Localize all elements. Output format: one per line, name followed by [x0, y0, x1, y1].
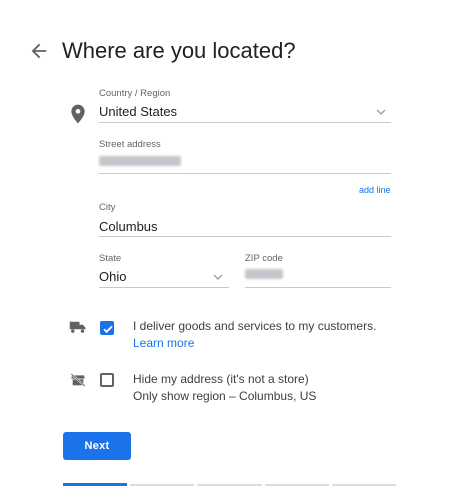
zip-code-redacted [245, 269, 283, 279]
chevron-down-icon [213, 274, 223, 280]
city-field[interactable]: City Columbus [99, 202, 391, 237]
country-value: United States [99, 104, 178, 119]
add-line-link[interactable]: add line [359, 185, 391, 195]
zip-code-underline [245, 287, 391, 288]
store-off-icon [70, 373, 86, 387]
country-select[interactable]: Country / Region United States [99, 88, 391, 123]
state-value: Ohio [99, 269, 127, 284]
city-underline [99, 236, 391, 237]
back-arrow-icon[interactable] [28, 40, 50, 62]
deliver-checkbox[interactable] [100, 321, 114, 335]
zip-code-field[interactable]: ZIP code [245, 253, 391, 288]
country-underline [99, 122, 391, 123]
hide-address-subtext: Only show region – Columbus, US [133, 389, 317, 403]
progress-step [130, 484, 195, 486]
progress-step [197, 484, 262, 486]
deliver-option-text: I deliver goods and services to my custo… [133, 319, 377, 333]
street-address-redacted [99, 156, 181, 166]
city-label: City [99, 202, 116, 213]
zip-code-label: ZIP code [245, 253, 283, 264]
country-label: Country / Region [99, 88, 171, 99]
state-underline [99, 287, 229, 288]
city-value: Columbus [99, 219, 158, 234]
checkmark-icon [103, 325, 113, 334]
location-pin-icon [71, 104, 85, 124]
page-title: Where are you located? [62, 38, 296, 63]
progress-step [264, 484, 329, 486]
street-address-underline [99, 173, 391, 174]
progress-bar [63, 483, 397, 486]
state-select[interactable]: State Ohio [99, 253, 229, 288]
street-address-label: Street address [99, 139, 161, 150]
learn-more-link[interactable]: Learn more [133, 336, 194, 350]
hide-address-checkbox[interactable] [100, 373, 114, 387]
progress-step [331, 484, 397, 486]
next-button[interactable]: Next [63, 432, 131, 460]
state-label: State [99, 253, 122, 264]
chevron-down-icon [376, 109, 386, 115]
street-address-field[interactable]: Street address [99, 139, 391, 174]
delivery-truck-icon [69, 321, 86, 333]
progress-step [63, 483, 128, 486]
hide-address-text: Hide my address (it's not a store) [133, 372, 309, 386]
